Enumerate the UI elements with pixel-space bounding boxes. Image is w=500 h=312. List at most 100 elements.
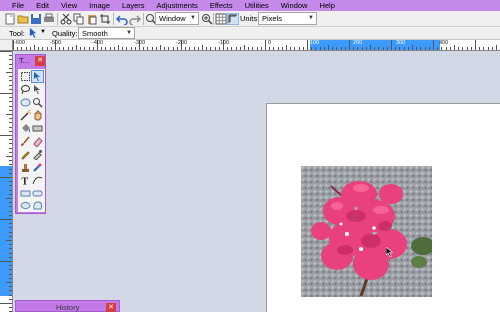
copy-icon[interactable]: [73, 13, 85, 25]
ruler-tick: [496, 45, 497, 50]
paint-bucket-tool-icon[interactable]: [20, 123, 31, 134]
menu-layers[interactable]: Layers: [116, 0, 151, 11]
zoom-select[interactable]: Window ▼: [155, 12, 199, 25]
ruler-tick: [231, 47, 233, 50]
ruler-tick: [328, 45, 329, 50]
ruler-tick: [374, 47, 376, 50]
clone-stamp-tool-icon[interactable]: [20, 162, 31, 173]
ruler-tick: [17, 47, 19, 50]
menu-window[interactable]: Window: [275, 0, 314, 11]
menu-adjustments[interactable]: Adjustments: [151, 0, 204, 11]
redo-icon[interactable]: [129, 13, 141, 25]
ruler-tick: [256, 47, 258, 50]
history-panel[interactable]: History ✕: [15, 300, 120, 312]
ruler-label: -300: [134, 40, 146, 46]
ruler-tick: [9, 130, 12, 132]
tools-panel-header[interactable]: T... ✕: [16, 55, 47, 67]
chevron-down-icon[interactable]: ▼: [40, 29, 46, 35]
rectangle-tool-icon[interactable]: [20, 188, 31, 199]
units-value: Pixels: [262, 14, 283, 23]
ruler-tick: [428, 47, 430, 50]
ruler-tick: [126, 47, 128, 50]
recolor-tool-icon[interactable]: [32, 162, 43, 173]
ruler-tick: [9, 231, 12, 233]
ruler-tick: [9, 80, 12, 82]
move-selection-tool-icon[interactable]: [31, 70, 44, 83]
ruler-tick: [143, 47, 145, 50]
ruler-label: -500: [50, 40, 62, 46]
ruler-tick: [386, 47, 388, 50]
flower-image[interactable]: [301, 166, 432, 297]
print-icon[interactable]: [43, 13, 55, 25]
tools-panel[interactable]: T... ✕ T: [15, 54, 46, 214]
menu-view[interactable]: View: [55, 0, 83, 11]
menu-image[interactable]: Image: [83, 0, 116, 11]
ruler-tick: [9, 118, 12, 120]
undo-icon[interactable]: [116, 13, 128, 25]
crop-icon[interactable]: [99, 13, 111, 25]
quality-label: Quality:: [52, 29, 78, 38]
ruler-tick: [9, 76, 12, 78]
paste-icon[interactable]: [86, 13, 98, 25]
rounded-rectangle-tool-icon[interactable]: [32, 188, 43, 199]
rectangle-select-tool-icon[interactable]: [20, 71, 31, 82]
move-selected-tool-icon[interactable]: [32, 84, 43, 95]
pan-tool-icon[interactable]: [32, 110, 43, 121]
ellipse-select-tool-icon[interactable]: [20, 97, 31, 108]
new-file-icon[interactable]: [4, 13, 16, 25]
ruler-tick: [9, 206, 12, 208]
save-icon[interactable]: [30, 13, 42, 25]
paintbrush-tool-icon[interactable]: [20, 136, 31, 147]
open-folder-icon[interactable]: [17, 13, 29, 25]
ruler-tick: [9, 244, 12, 246]
lasso-select-tool-icon[interactable]: [20, 84, 31, 95]
ruler-tick: [172, 47, 174, 50]
ruler-tick: [0, 177, 12, 178]
zoom-in-icon[interactable]: [201, 13, 213, 25]
freeform-shape-tool-icon[interactable]: [32, 200, 43, 211]
ruler-tick: [470, 47, 472, 50]
ruler-tick: [9, 189, 12, 191]
text-tool-icon[interactable]: T: [20, 175, 31, 187]
ruler-tick: [210, 47, 212, 50]
menu-help[interactable]: Help: [313, 0, 340, 11]
ruler-corner: [0, 40, 13, 51]
pencil-tool-icon[interactable]: [20, 149, 31, 160]
ruler-tick: [445, 47, 447, 50]
ruler-tick: [147, 47, 149, 50]
line-curve-tool-icon[interactable]: [32, 175, 43, 186]
ruler-tick: [6, 114, 12, 115]
zoom-tool-icon[interactable]: [32, 97, 43, 108]
move-selection-tool-icon[interactable]: [28, 27, 39, 38]
ruler-tick: [202, 45, 203, 50]
close-icon[interactable]: ✕: [35, 56, 45, 66]
tool-label: Tool:: [9, 29, 25, 38]
quality-select[interactable]: Smooth ▼: [78, 27, 135, 39]
menu-effects[interactable]: Effects: [204, 0, 239, 11]
main-toolbar: Window ▼ Units: Pixels ▼: [0, 11, 500, 27]
magic-wand-tool-icon[interactable]: [20, 110, 31, 121]
menu-utilities[interactable]: Utilities: [239, 0, 275, 11]
grid-icon[interactable]: [215, 13, 227, 25]
ruler-tick: [9, 307, 12, 309]
units-select[interactable]: Pixels ▼: [258, 12, 317, 25]
ruler-tick: [0, 93, 12, 94]
ellipse-tool-icon[interactable]: [20, 200, 31, 211]
close-icon[interactable]: ✕: [106, 303, 116, 312]
gradient-tool-icon[interactable]: [32, 123, 43, 134]
ruler-tick: [420, 47, 422, 50]
color-picker-tool-icon[interactable]: [32, 149, 43, 160]
ruler-tick: [227, 47, 229, 50]
menu-file[interactable]: File: [6, 0, 30, 11]
ruler-tick: [9, 265, 12, 267]
ruler-tick: [9, 223, 12, 225]
cut-icon[interactable]: [60, 13, 72, 25]
ruler-tick: [298, 47, 300, 50]
ruler-tick: [218, 47, 220, 50]
ruler-tick: [155, 47, 157, 50]
eraser-tool-icon[interactable]: [32, 136, 43, 147]
menu-edit[interactable]: Edit: [30, 0, 55, 11]
ruler-tick: [9, 273, 12, 275]
ruler-toggle-icon[interactable]: [227, 13, 239, 25]
ruler-tick: [407, 47, 409, 50]
